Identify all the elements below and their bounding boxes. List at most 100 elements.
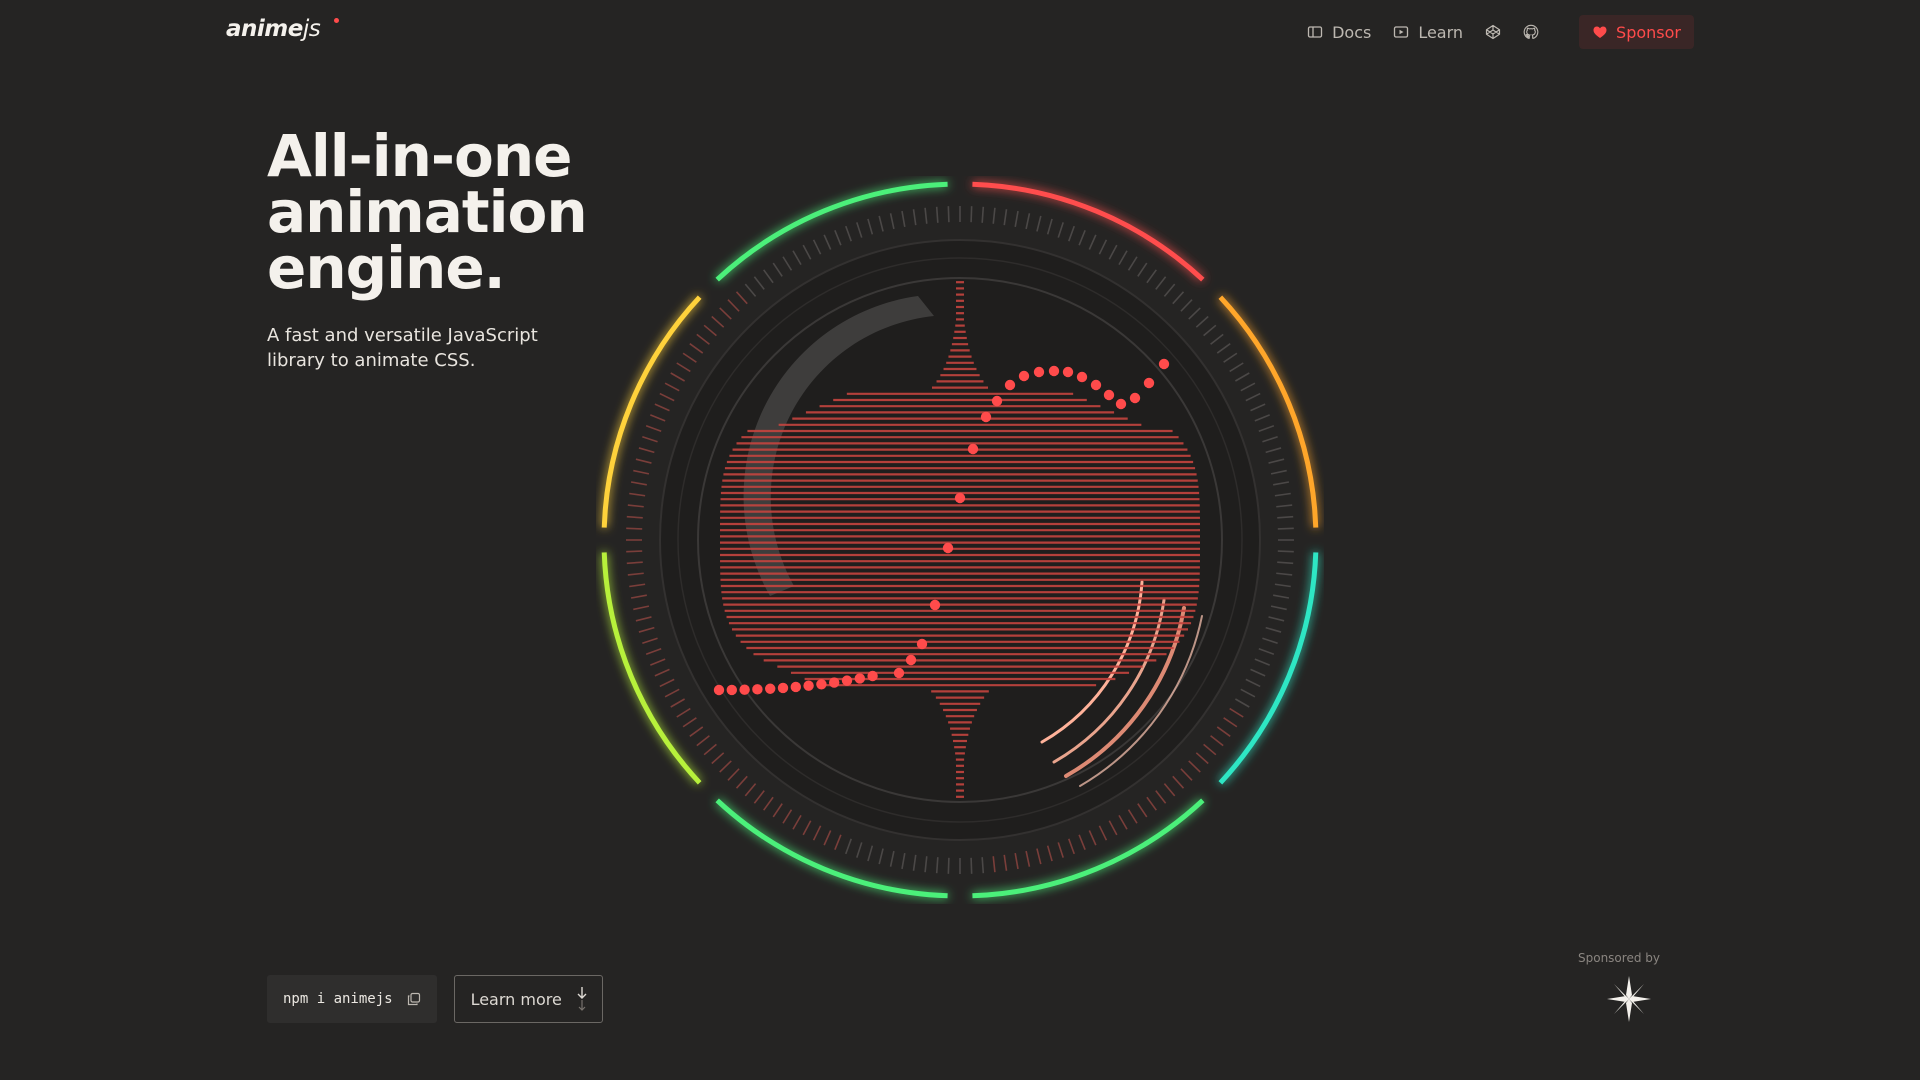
- ring-tick: [682, 352, 697, 363]
- ring-tick: [912, 854, 917, 871]
- ring-tick: [1088, 234, 1097, 250]
- ring-tick: [924, 856, 928, 873]
- curve-dot: [1158, 358, 1170, 370]
- ring-tick: [1108, 244, 1118, 260]
- ring-tick: [1127, 256, 1138, 271]
- ring-tick: [1254, 658, 1270, 666]
- ring-tick: [812, 825, 822, 841]
- ring-tick: [689, 343, 704, 354]
- ring-tick: [1014, 853, 1019, 870]
- logo-dot: [334, 18, 339, 23]
- ring-tick: [659, 678, 675, 688]
- ring-tick: [654, 403, 670, 412]
- learn-more-label: Learn more: [470, 989, 562, 1009]
- ring-tick: [696, 735, 710, 747]
- ring-tick: [650, 414, 666, 422]
- ring-tick: [630, 594, 647, 599]
- ring-tick: [753, 790, 765, 804]
- ring-tick: [630, 481, 647, 486]
- ring-tick: [1223, 717, 1238, 728]
- sponsor-button[interactable]: Sponsor: [1579, 15, 1694, 49]
- ring-tick: [727, 299, 740, 312]
- ring-tick: [1203, 743, 1217, 756]
- ring-tick: [1234, 698, 1250, 708]
- curve-dot: [752, 684, 763, 695]
- ring-tick: [1268, 616, 1285, 622]
- curve-dot: [991, 395, 1003, 407]
- ring-tick: [912, 209, 917, 226]
- hero-subtitle: A fast and versatile JavaScript library …: [267, 325, 538, 371]
- curve-dot: [942, 542, 954, 554]
- animejs-logo[interactable]: animejs: [226, 16, 339, 46]
- ring-tick: [1195, 315, 1209, 328]
- ring-tick: [1229, 707, 1244, 718]
- ring-tick: [735, 291, 748, 305]
- ring-tick: [823, 830, 832, 846]
- ring-tick: [711, 752, 725, 765]
- ring-tick: [1137, 262, 1148, 277]
- ring-tick: [735, 775, 748, 789]
- nav-github-link[interactable]: [1523, 24, 1539, 40]
- ring-tick: [1155, 276, 1167, 290]
- ring-tick: [935, 206, 939, 223]
- ring-tick: [753, 276, 765, 290]
- ring-tick: [727, 768, 740, 781]
- ring-tick: [992, 207, 996, 224]
- curve-dot: [1004, 379, 1016, 391]
- ring-tick: [834, 230, 842, 246]
- ring-tick: [1118, 814, 1128, 830]
- ring-tick: [992, 856, 996, 873]
- ring-tick: [650, 658, 666, 666]
- npm-install-command[interactable]: npm i animejs: [267, 975, 437, 1023]
- ring-tick: [782, 256, 793, 271]
- ring-tick: [635, 458, 652, 464]
- ring-tick: [629, 583, 646, 588]
- ring-tick: [627, 504, 644, 508]
- ring-tick: [1216, 343, 1231, 354]
- ring-tick: [1216, 726, 1231, 737]
- curve-dot: [1115, 398, 1127, 410]
- ring-tick: [889, 213, 895, 230]
- learn-more-button[interactable]: Learn more: [453, 975, 603, 1023]
- ring-tick: [1146, 269, 1157, 284]
- ring-tick: [970, 206, 973, 223]
- site-header: animejs Docs Learn Sponsor: [0, 0, 1920, 64]
- ring-tick: [1127, 809, 1138, 824]
- ring-tick: [1068, 838, 1075, 855]
- ring-tick: [763, 269, 774, 284]
- ring-tick: [719, 760, 732, 773]
- nav-codepen-link[interactable]: [1485, 24, 1501, 40]
- ring-tick: [856, 842, 863, 858]
- ring-tick: [1277, 550, 1294, 553]
- github-icon: [1523, 24, 1539, 39]
- ring-tick: [1172, 291, 1185, 305]
- ring-tick: [626, 527, 643, 530]
- ring-tick: [664, 382, 680, 392]
- ring-tick: [1180, 768, 1193, 781]
- nav-docs-link[interactable]: Docs: [1307, 23, 1371, 42]
- sponsor-label: Sponsor: [1616, 22, 1681, 42]
- ring-tick: [1180, 299, 1193, 312]
- ring-tick: [1210, 333, 1224, 345]
- curve-dot: [1062, 366, 1074, 378]
- ring-tick: [1057, 222, 1064, 238]
- star-burst-logo-icon[interactable]: [1605, 974, 1653, 1024]
- ring-tick: [744, 283, 757, 297]
- curve-dot: [980, 411, 992, 423]
- ring-tick: [889, 850, 895, 867]
- ring-tick: [1277, 515, 1294, 519]
- ring-tick: [1195, 752, 1209, 765]
- ring-tick: [1274, 583, 1291, 588]
- ring-tick: [1210, 735, 1224, 747]
- curve-dot: [905, 654, 917, 666]
- copy-icon[interactable]: [407, 992, 421, 1006]
- ring-tick: [676, 362, 691, 373]
- ring-tick: [763, 796, 774, 811]
- ring-tick: [1277, 527, 1294, 530]
- ring-tick: [802, 244, 812, 260]
- curve-dot: [841, 675, 853, 686]
- ring-tick: [856, 222, 863, 238]
- ring-tick: [1277, 561, 1294, 565]
- ring-tick: [901, 210, 906, 227]
- nav-learn-link[interactable]: Learn: [1393, 23, 1463, 42]
